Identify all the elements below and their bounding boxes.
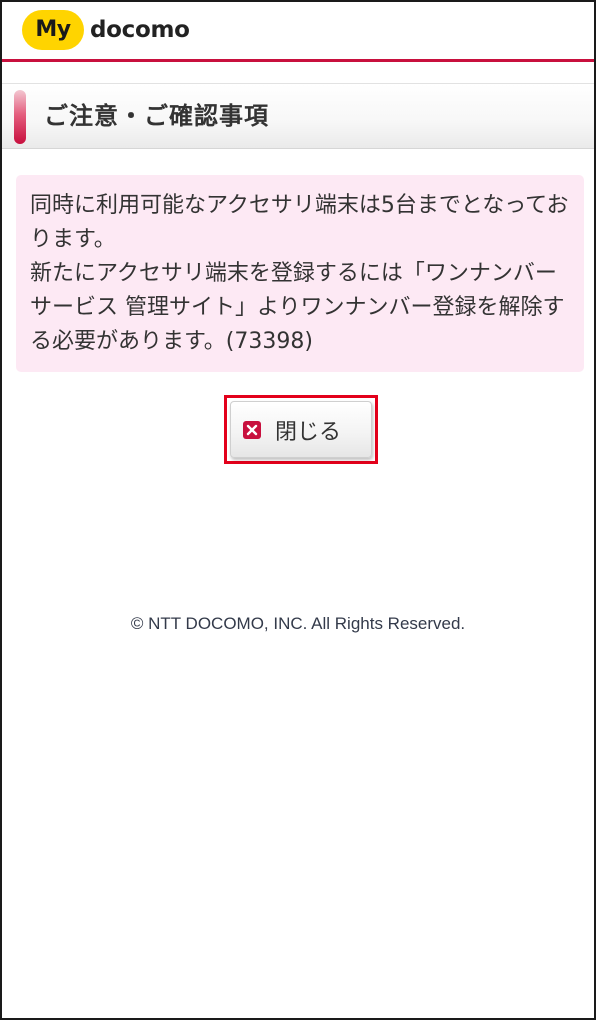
notice-text-instruction: 新たにアクセサリ端末を登録するには「ワンナンバーサービス 管理サイト」よりワンナ… [30, 261, 565, 354]
close-button[interactable]: 閉じる [230, 401, 372, 458]
notice-text-limit: 同時に利用可能なアクセサリ端末は5台までとなっております。 [30, 193, 569, 252]
header: My docomo [2, 2, 594, 59]
my-docomo-logo[interactable]: My docomo [22, 10, 190, 50]
logo-my-badge: My [22, 10, 84, 50]
footer-copyright: © NTT DOCOMO, INC. All Rights Reserved. [130, 614, 466, 633]
page-frame: My docomo ご注意・ご確認事項 同時に利用可能なアクセサリ端末は5台まで… [0, 0, 596, 1020]
close-button-label: 閉じる [275, 419, 342, 445]
page-title: ご注意・ご確認事項 [44, 102, 269, 130]
heading-accent-bar [14, 90, 26, 144]
header-divider [2, 59, 594, 62]
logo-docomo-text: docomo [90, 17, 190, 43]
notice-box: 同時に利用可能なアクセサリ端末は5台までとなっております。 新たにアクセサリ端末… [16, 175, 584, 372]
section-heading: ご注意・ご確認事項 [2, 83, 594, 149]
close-icon [243, 420, 261, 439]
